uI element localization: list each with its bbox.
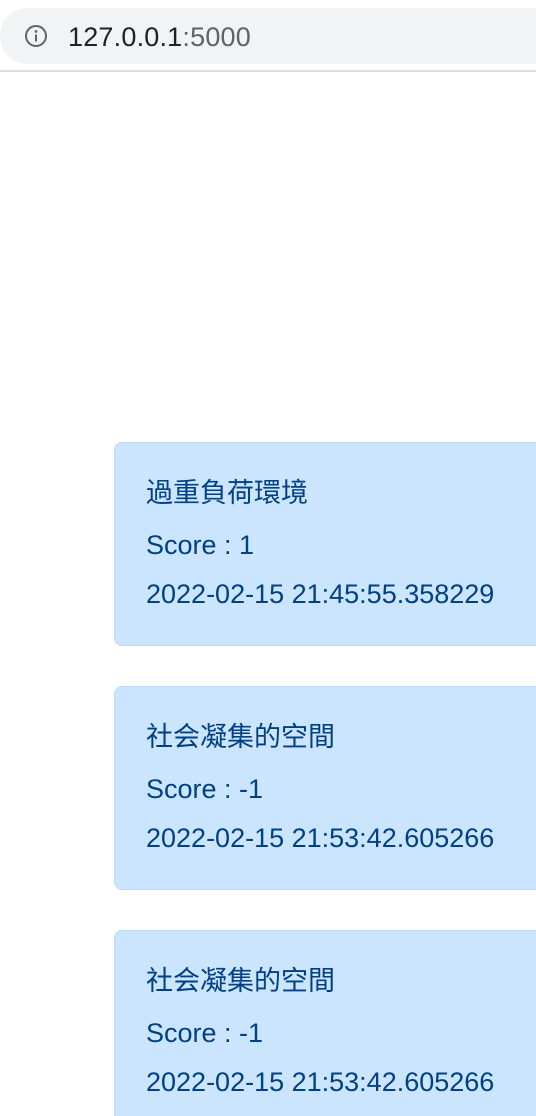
entry-list: 過重負荷環境 Score : 1 2022-02-15 21:45:55.358… [0,0,536,1116]
entry-score: Score : -1 [146,774,264,804]
entry-timestamp: 2022-02-15 21:53:42.605266 [146,1067,495,1097]
entry-score: Score : -1 [146,1018,264,1048]
entry-title: 過重負荷環境 [146,478,308,508]
entry-score: Score : 1 [146,530,255,560]
entry-card: 過重負荷環境 Score : 1 2022-02-15 21:45:55.358… [114,442,536,646]
entry-card: 社会凝集的空間 Score : -1 2022-02-15 21:53:42.6… [114,930,536,1116]
entry-title: 社会凝集的空間 [146,966,335,996]
entry-timestamp: 2022-02-15 21:53:42.605266 [146,823,495,853]
entry-title: 社会凝集的空間 [146,722,335,752]
entry-timestamp: 2022-02-15 21:45:55.358229 [146,579,495,609]
entry-card: 社会凝集的空間 Score : -1 2022-02-15 21:53:42.6… [114,686,536,890]
